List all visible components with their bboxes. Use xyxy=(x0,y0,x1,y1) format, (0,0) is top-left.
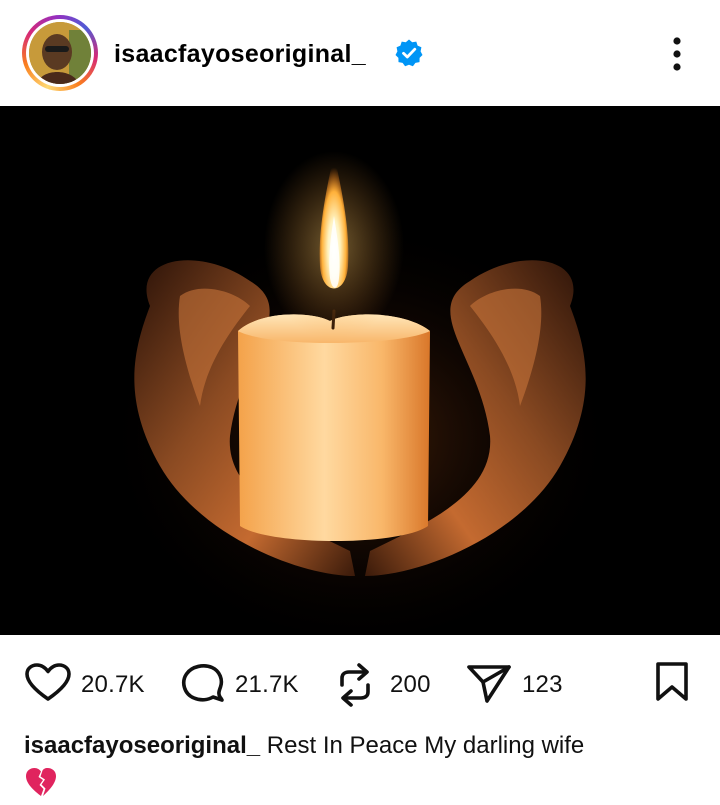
post-header: isaacfayoseoriginal_ xyxy=(0,0,720,106)
avatar[interactable] xyxy=(29,22,91,84)
avatar-image xyxy=(29,22,91,84)
post-username[interactable]: isaacfayoseoriginal_ xyxy=(114,38,366,70)
share-count: 123 xyxy=(522,671,563,698)
caption-text: Rest In Peace My darling wife xyxy=(266,732,585,759)
share-action[interactable]: 123 xyxy=(466,659,576,705)
verified-badge-icon xyxy=(395,39,423,67)
comment-count: 21.7K xyxy=(235,671,299,698)
story-ring[interactable] xyxy=(22,15,98,91)
repost-icon[interactable] xyxy=(334,663,376,707)
comment-icon[interactable] xyxy=(180,663,226,705)
avatar-gap xyxy=(26,19,94,87)
like-action[interactable]: 20.7K xyxy=(24,659,164,705)
candle-in-hands-image xyxy=(0,106,720,635)
post-caption: isaacfayoseoriginal_ Rest In Peace My da… xyxy=(24,730,696,762)
broken-heart-icon xyxy=(26,768,56,796)
heart-icon[interactable] xyxy=(24,663,72,703)
more-vertical-icon[interactable] xyxy=(664,34,690,74)
comment-action[interactable]: 21.7K xyxy=(180,659,320,705)
bookmark-icon[interactable] xyxy=(654,661,690,703)
repost-action[interactable]: 200 xyxy=(334,659,454,707)
caption-username[interactable]: isaacfayoseoriginal_ xyxy=(24,732,260,759)
repost-count: 200 xyxy=(390,671,431,698)
like-count: 20.7K xyxy=(81,671,145,698)
post-actions: 20.7K 21.7K 200 123 xyxy=(0,635,720,730)
send-icon[interactable] xyxy=(466,663,512,705)
post-image[interactable] xyxy=(0,106,720,635)
